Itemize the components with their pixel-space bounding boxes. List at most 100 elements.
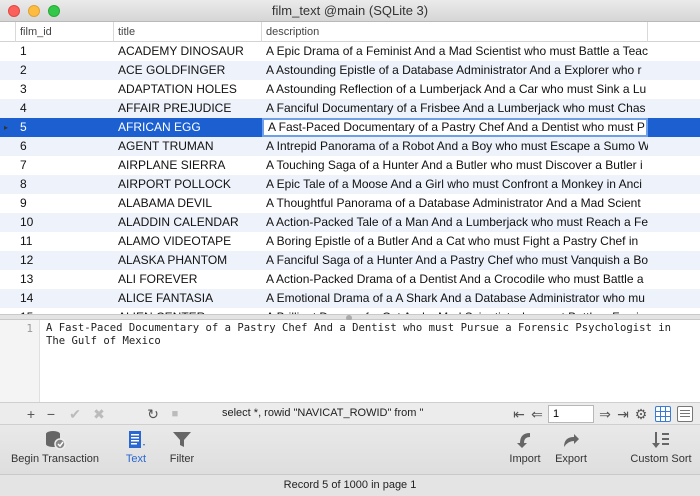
export-button[interactable]: Export [550,429,592,473]
description-cell[interactable]: A Action-Packed Drama of a Dentist And a… [262,270,648,289]
description-cell[interactable]: A Epic Tale of a Moose And a Girl who mu… [262,175,648,194]
table-row[interactable]: 4 AFFAIR PREJUDICE A Fanciful Documentary … [0,99,700,118]
next-page-icon[interactable]: ⇒ [598,406,612,422]
table-row[interactable]: 8 AIRPORT POLLOCK A Epic Tale of a Moose A… [0,175,700,194]
title-cell[interactable]: ADAPTATION HOLES [114,80,262,99]
title-cell[interactable]: AGENT TRUMAN [114,137,262,156]
film-id-cell[interactable]: 7 [16,156,114,175]
table-row[interactable]: 10 ALADDIN CALENDAR A Action-Packed Tale o… [0,213,700,232]
table-row[interactable]: 2 ACE GOLDFINGER A Astounding Epistle of a… [0,61,700,80]
filter-label: Filter [169,453,195,465]
last-page-icon[interactable]: ⇥ [616,406,630,422]
table-row[interactable]: 7 AIRPLANE SIERRA A Touching Saga of a Hun… [0,156,700,175]
column-header-description[interactable]: description [262,22,648,42]
window-title: film_text @main (SQLite 3) [271,3,429,18]
film-id-cell[interactable]: 12 [16,251,114,270]
table-row[interactable]: 14 ALICE FANTASIA A Emotional Drama of a A… [0,289,700,308]
stop-icon[interactable]: ■ [168,406,182,422]
table-row[interactable]: ▸ 5 AFRICAN EGG A Fast-Paced Documentary of… [0,118,700,137]
text-view-button[interactable]: Text [116,429,156,473]
editor-text[interactable]: A Fast-Paced Documentary of a Pastry Che… [46,322,696,348]
bottom-toolbar: Begin Transaction Text Filter Import Exp… [0,424,700,474]
import-label: Import [509,453,541,465]
description-cell[interactable]: A Astounding Epistle of a Database Admin… [262,61,648,80]
film-id-cell[interactable]: 14 [16,289,114,308]
film-id-cell[interactable]: 11 [16,232,114,251]
table-row[interactable]: 12 ALASKA PHANTOM A Fanciful Saga of a Hun… [0,251,700,270]
film-id-cell[interactable]: 2 [16,61,114,80]
custom-sort-button[interactable]: Custom Sort [626,429,696,473]
first-page-icon[interactable]: ⇤ [512,406,526,422]
title-cell[interactable]: AFFAIR PREJUDICE [114,99,262,118]
description-cell[interactable]: A Fanciful Documentary of a Frisbee And … [262,99,648,118]
film-id-cell[interactable]: 6 [16,137,114,156]
film-id-cell[interactable]: 8 [16,175,114,194]
film-id-cell[interactable]: 13 [16,270,114,289]
table-row[interactable]: 13 ALI FOREVER A Action-Packed Drama of a … [0,270,700,289]
description-cell[interactable]: A Fanciful Saga of a Hunter And a Pastry… [262,251,648,270]
description-cell[interactable]: A Fast-Paced Documentary of a Pastry Che… [262,118,648,137]
query-text: select *, rowid "NAVICAT_ROWID" from " [222,407,424,419]
description-cell[interactable]: A Epic Drama of a Feminist And a Mad Sci… [262,42,648,61]
text-view-label: Text [125,453,147,465]
title-cell[interactable]: ALASKA PHANTOM [114,251,262,270]
settings-icon[interactable]: ⚙ [634,406,648,422]
record-navigation-bar: + − ✔ ✖ ↻ ■ select *, rowid "NAVICAT_ROW… [0,402,700,424]
film-id-cell[interactable]: 4 [16,99,114,118]
title-cell[interactable]: ALI FOREVER [114,270,262,289]
previous-page-icon[interactable]: ⇐ [530,406,544,422]
title-cell[interactable]: AIRPORT POLLOCK [114,175,262,194]
title-cell[interactable]: ALABAMA DEVIL [114,194,262,213]
export-arrow-icon [550,429,592,453]
export-label: Export [555,453,587,465]
record-status-text: Record 5 of 1000 in page 1 [283,479,417,491]
column-header-film-id[interactable]: film_id [16,22,114,42]
title-cell[interactable]: ALICE FANTASIA [114,289,262,308]
film-id-cell[interactable]: 10 [16,213,114,232]
description-cell[interactable]: A Astounding Reflection of a Lumberjack … [262,80,648,99]
film-id-cell[interactable]: 1 [16,42,114,61]
title-cell[interactable]: AFRICAN EGG [114,118,262,137]
description-cell[interactable]: A Boring Epistle of a Butler And a Cat w… [262,232,648,251]
line-number-gutter: 1 [0,320,40,402]
film-id-cell[interactable]: 5 [16,118,114,137]
table-row[interactable]: 11 ALAMO VIDEOTAPE A Boring Epistle of a B… [0,232,700,251]
custom-sort-label: Custom Sort [630,453,692,465]
title-cell[interactable]: ALAMO VIDEOTAPE [114,232,262,251]
film-id-cell[interactable]: 3 [16,80,114,99]
begin-transaction-button[interactable]: Begin Transaction [8,429,102,473]
description-cell[interactable]: A Action-Packed Tale of a Man And a Lumb… [262,213,648,232]
description-cell[interactable]: A Thoughtful Panorama of a Database Admi… [262,194,648,213]
title-cell[interactable]: AIRPLANE SIERRA [114,156,262,175]
description-cell[interactable]: A Intrepid Panorama of a Robot And a Boy… [262,137,648,156]
delete-record-icon[interactable]: − [44,406,58,422]
description-cell[interactable]: A Touching Saga of a Hunter And a Butler… [262,156,648,175]
discard-changes-icon[interactable]: ✖ [92,406,106,422]
data-grid[interactable]: film_id title description 1 ACADEMY DINOS… [0,22,700,314]
table-row[interactable]: 1 ACADEMY DINOSAUR A Epic Drama of a Femin… [0,42,700,61]
begin-transaction-label: Begin Transaction [10,453,100,465]
table-row[interactable]: 6 AGENT TRUMAN A Intrepid Panorama of a Ro… [0,137,700,156]
apply-changes-icon[interactable]: ✔ [68,406,82,422]
title-cell[interactable]: ALADDIN CALENDAR [114,213,262,232]
line-number: 1 [26,322,33,335]
description-cell[interactable]: A Emotional Drama of a A Shark And a Dat… [262,289,648,308]
table-row[interactable]: 9 ALABAMA DEVIL A Thoughtful Panorama of a… [0,194,700,213]
title-cell[interactable]: ACE GOLDFINGER [114,61,262,80]
column-header-title[interactable]: title [114,22,262,42]
text-editor-pane[interactable]: 1 A Fast-Paced Documentary of a Pastry C… [0,320,700,402]
refresh-icon[interactable]: ↻ [146,406,160,422]
status-bar: Record 5 of 1000 in page 1 [0,474,700,496]
add-record-icon[interactable]: + [24,406,38,422]
filter-funnel-icon [162,429,202,453]
filter-button[interactable]: Filter [162,429,202,473]
grid-view-icon[interactable] [655,406,671,422]
title-bar: film_text @main (SQLite 3) [0,0,700,22]
form-view-icon[interactable] [677,406,693,422]
import-button[interactable]: Import [504,429,546,473]
page-number-input[interactable] [548,405,594,423]
film-id-cell[interactable]: 9 [16,194,114,213]
table-row[interactable]: 3 ADAPTATION HOLES A Astounding Reflection… [0,80,700,99]
database-transaction-icon [8,429,102,453]
title-cell[interactable]: ACADEMY DINOSAUR [114,42,262,61]
